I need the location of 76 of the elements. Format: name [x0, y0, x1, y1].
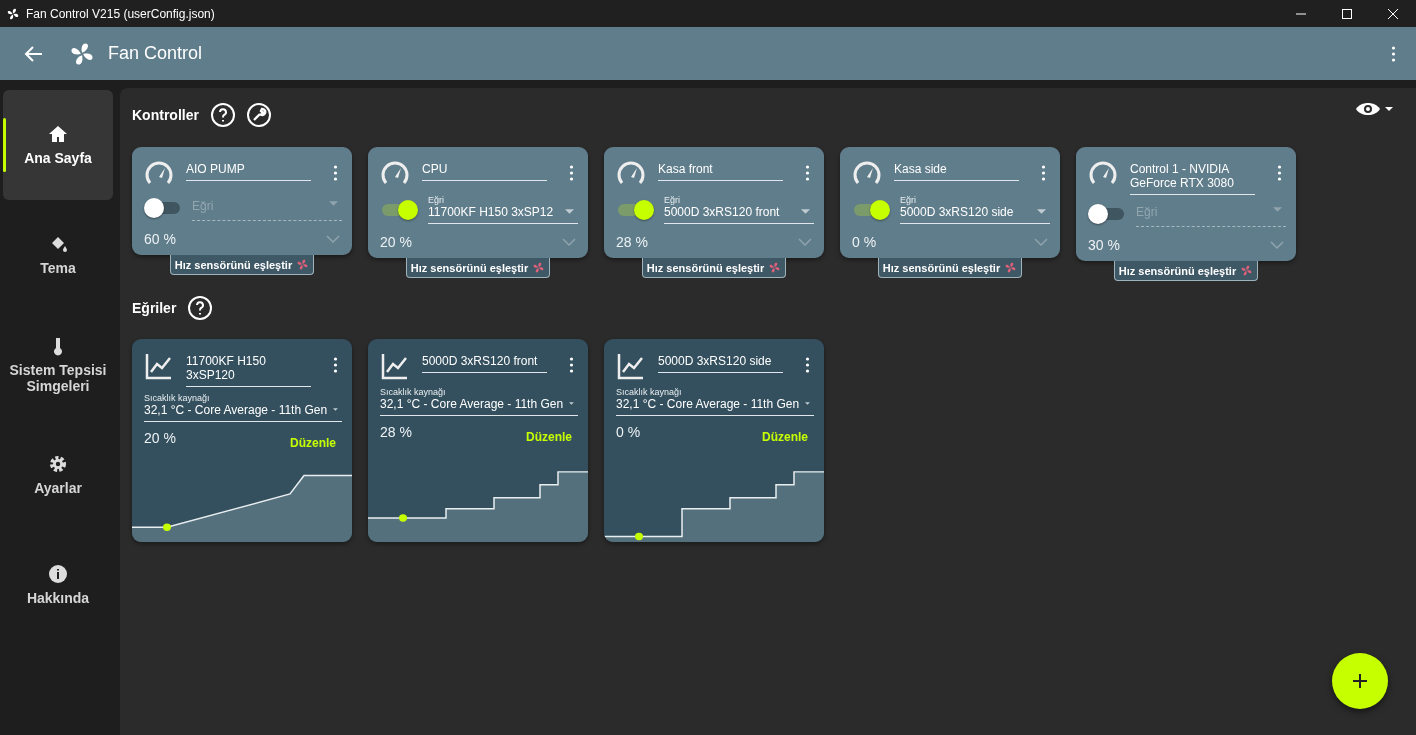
curve-name[interactable]: 5000D 3xRS120 front: [422, 347, 547, 373]
more-options-icon[interactable]: [1277, 165, 1282, 181]
fan-speed-value: 0 %: [616, 424, 641, 440]
fan-speed-value: 0 %: [852, 234, 877, 250]
dropdown-caret-icon: [801, 209, 810, 214]
more-options-icon[interactable]: [1391, 45, 1396, 62]
edit-button[interactable]: Düzenle: [762, 424, 808, 444]
fan-speed-value: 60 %: [144, 231, 176, 247]
line-chart-icon: [616, 351, 646, 381]
fan-icon: [296, 258, 310, 271]
pair-sensor-button[interactable]: Hız sensörünü eşleştir: [405, 258, 551, 278]
sidebar-item[interactable]: Ayarlar: [3, 420, 113, 530]
maximize-icon[interactable]: [1342, 8, 1352, 19]
fan-speed-value: 30 %: [1088, 237, 1120, 253]
settings-icon: [48, 454, 68, 474]
sidebar-item[interactable]: Ana Sayfa: [3, 90, 113, 200]
temperature-source-dropdown[interactable]: Sıcaklık kaynağı 32,1 °C - Core Average - 11th Gen: [380, 387, 578, 416]
curve-dropdown[interactable]: Eğri 5000D 3xRS120 front: [664, 195, 814, 224]
dropdown-caret-icon: [333, 407, 338, 412]
dropdown-caret-icon: [1273, 206, 1282, 212]
control-name[interactable]: Control 1 - NVIDIA GeForce RTX 3080: [1130, 155, 1255, 195]
more-options-icon[interactable]: [569, 357, 574, 373]
pair-sensor-button[interactable]: Hız sensörünü eşleştir: [641, 258, 787, 278]
back-arrow-icon[interactable]: [24, 43, 44, 64]
more-options-icon[interactable]: [1041, 165, 1046, 181]
control-name[interactable]: Kasa side: [894, 155, 1019, 181]
fan-speed-value: 20 %: [144, 430, 176, 446]
app-title: Fan Control: [108, 43, 203, 64]
fan-speed-value: 20 %: [380, 234, 412, 250]
window-title: Fan Control V215 (userConfig.json): [26, 6, 215, 21]
dropdown-caret-icon: [1037, 209, 1046, 214]
curve-name[interactable]: 11700KF H150 3xSP120: [186, 347, 311, 387]
sidebar-item[interactable]: Tema: [3, 200, 113, 310]
fan-icon: [1240, 264, 1254, 277]
more-options-icon[interactable]: [333, 357, 338, 373]
dropdown-caret-icon: [329, 200, 338, 206]
dropdown-caret-icon: [565, 209, 574, 214]
line-chart-icon: [380, 351, 410, 381]
line-chart-icon: [144, 351, 174, 381]
fan-icon: [532, 261, 546, 274]
plus-icon: [1350, 671, 1370, 691]
control-name[interactable]: CPU: [422, 155, 547, 181]
pair-sensor-button[interactable]: Hız sensörünü eşleştir: [169, 255, 315, 275]
curve-dropdown[interactable]: Eğri 11700KF H150 3xSP12: [428, 195, 578, 224]
dropdown-caret-icon: [805, 401, 810, 406]
home-icon: [48, 124, 68, 144]
wrench-icon[interactable]: [246, 103, 271, 127]
pair-sensor-button[interactable]: Hız sensörünü eşleştir: [1113, 261, 1259, 281]
fan-speed-value: 28 %: [380, 424, 412, 440]
more-options-icon[interactable]: [805, 357, 810, 373]
pair-sensor-button[interactable]: Hız sensörünü eşleştir: [877, 258, 1023, 278]
temperature-source-dropdown[interactable]: Sıcaklık kaynağı 32,1 °C - Core Average - 11th Gen: [616, 387, 814, 416]
fan-icon: [768, 261, 782, 274]
control-name[interactable]: AIO PUMP: [186, 155, 311, 181]
fan-icon: [6, 6, 20, 21]
close-icon[interactable]: [1388, 8, 1398, 19]
sidebar-item[interactable]: Hakkında: [3, 530, 113, 640]
fan-speed-value: 28 %: [616, 234, 648, 250]
control-name[interactable]: Kasa front: [658, 155, 783, 181]
section-title: Eğriler: [132, 300, 177, 316]
curve-dropdown[interactable]: Eğri 5000D 3xRS120 side: [900, 195, 1050, 224]
help-icon[interactable]: [210, 103, 235, 127]
more-options-icon[interactable]: [569, 165, 574, 181]
add-button[interactable]: [1332, 653, 1388, 709]
section-title: Kontroller: [132, 107, 199, 123]
dropdown-caret-icon: [569, 401, 574, 406]
curve-name[interactable]: 5000D 3xRS120 side: [658, 347, 783, 373]
edit-button[interactable]: Düzenle: [290, 430, 336, 450]
help-icon[interactable]: [188, 296, 213, 320]
edit-button[interactable]: Düzenle: [526, 424, 572, 444]
info-icon: [48, 564, 68, 584]
temperature-source-dropdown[interactable]: Sıcaklık kaynağı 32,1 °C - Core Average - 11th Gen: [144, 393, 342, 422]
sidebar-item[interactable]: Sistem Tepsisi Simgeleri: [3, 310, 113, 420]
fan-icon: [1004, 261, 1018, 274]
more-options-icon[interactable]: [805, 165, 810, 181]
more-options-icon[interactable]: [333, 165, 338, 181]
